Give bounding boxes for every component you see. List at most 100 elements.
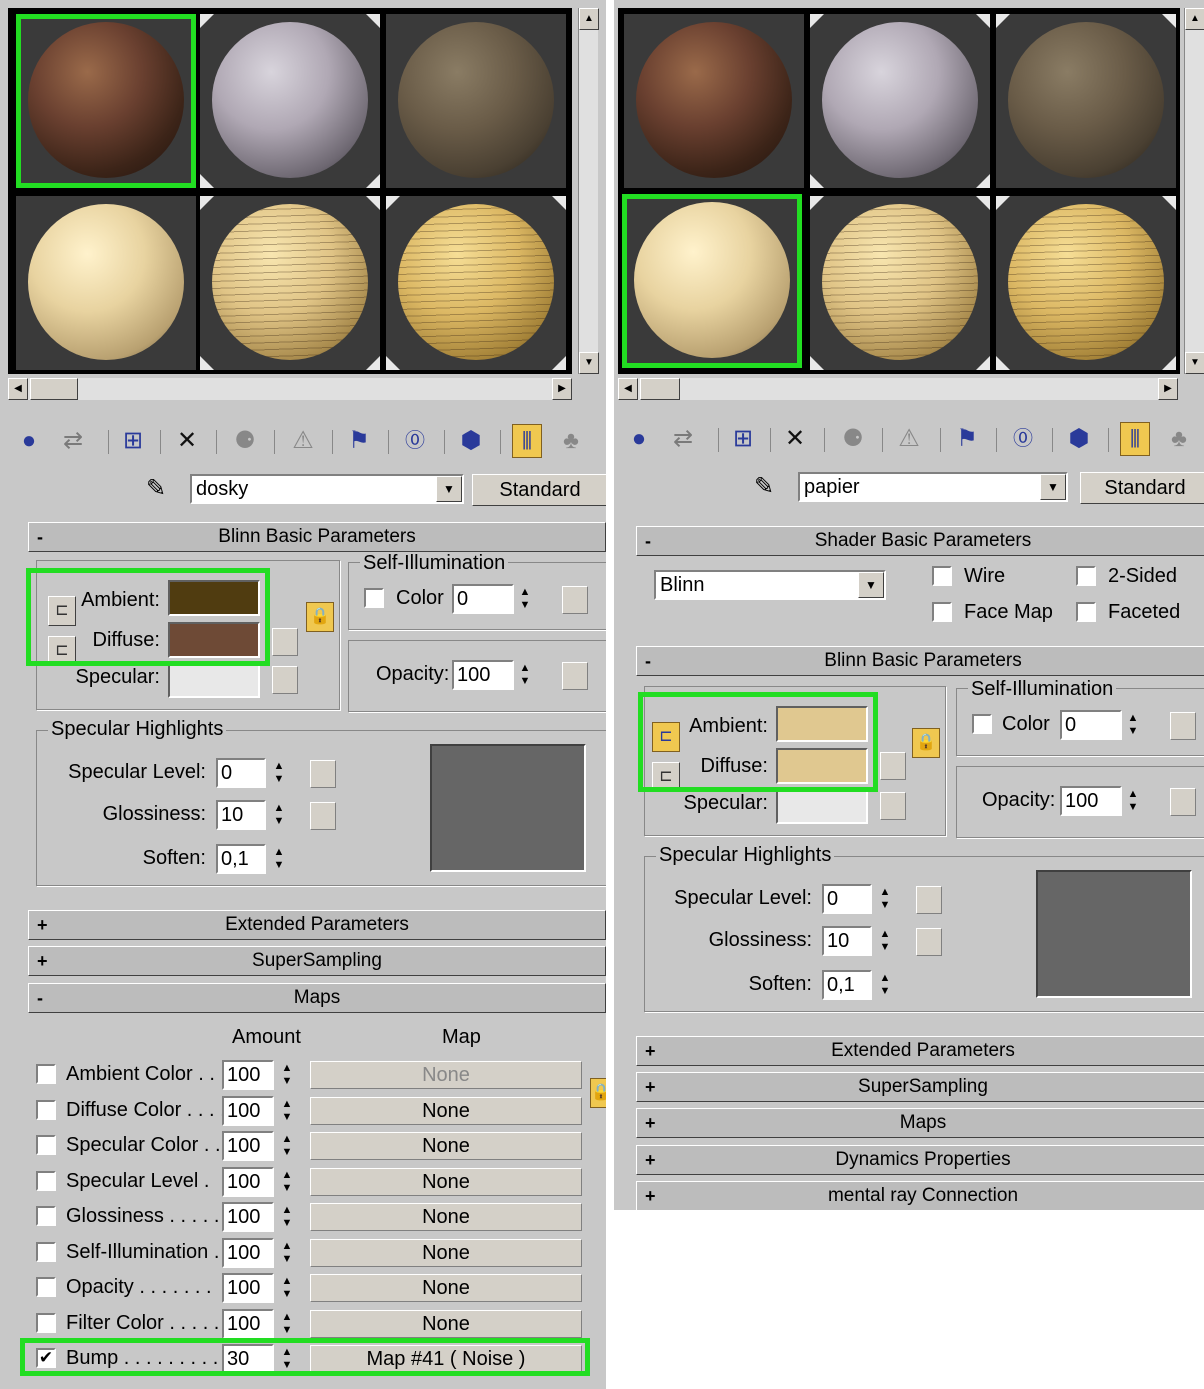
map-amount-input[interactable]: 100: [222, 1273, 274, 1303]
self-illum-color-input[interactable]: 0: [1060, 710, 1122, 740]
material-name-field[interactable]: dosky ▼: [190, 474, 464, 504]
map-amount-input[interactable]: 100: [222, 1096, 274, 1126]
spinner-icon[interactable]: ▲ ▼: [278, 1311, 296, 1341]
map-amount-input[interactable]: 100: [222, 1131, 274, 1161]
spinner-icon[interactable]: ▲ ▼: [516, 586, 534, 616]
rollup-mental-ray-connection[interactable]: + mental ray Connection: [636, 1181, 1204, 1210]
wire-checkbox[interactable]: [932, 566, 952, 586]
diffuse-map-slot[interactable]: [880, 752, 906, 780]
spinner-icon[interactable]: ▲ ▼: [516, 662, 534, 692]
sample-slot-6[interactable]: [386, 196, 566, 370]
map-enable-checkbox[interactable]: [36, 1206, 56, 1226]
specular-map-slot[interactable]: [272, 666, 298, 694]
scroll-left-icon[interactable]: ◀: [618, 378, 638, 400]
map-slot-button[interactable]: None: [310, 1239, 582, 1267]
specular-level-input[interactable]: 0: [822, 884, 872, 914]
map-amount-input[interactable]: 100: [222, 1060, 274, 1090]
opacity-map-slot[interactable]: [1170, 788, 1196, 816]
put-to-scene-icon[interactable]: ⇄: [668, 422, 698, 456]
map-slot-button[interactable]: None: [310, 1274, 582, 1302]
face-map-checkbox[interactable]: [932, 602, 952, 622]
pick-material-icon[interactable]: ✎: [754, 472, 774, 501]
opacity-input[interactable]: 100: [452, 660, 514, 690]
spinner-icon[interactable]: ▲ ▼: [278, 1133, 296, 1163]
map-enable-checkbox[interactable]: [36, 1135, 56, 1155]
make-unique-icon[interactable]: ⚠: [288, 424, 318, 458]
soften-input[interactable]: 0,1: [822, 970, 872, 1000]
scroll-up-icon[interactable]: ▲: [579, 8, 599, 30]
map-enable-checkbox[interactable]: [36, 1171, 56, 1191]
reset-icon[interactable]: ✕: [780, 422, 810, 456]
map-slot-button[interactable]: None: [310, 1061, 582, 1089]
scroll-right-icon[interactable]: ▶: [1158, 378, 1178, 400]
self-illum-color-checkbox[interactable]: [972, 714, 992, 734]
show-map-icon[interactable]: ⬢: [1064, 422, 1094, 456]
get-material-icon[interactable]: ●: [14, 424, 44, 458]
map-amount-input[interactable]: 100: [222, 1167, 274, 1197]
assign-material-icon[interactable]: ⊞: [728, 422, 758, 456]
specular-level-map-slot[interactable]: [310, 760, 336, 788]
spinner-icon[interactable]: ▲ ▼: [876, 928, 894, 958]
make-copy-icon[interactable]: ⚈: [838, 422, 868, 456]
reset-icon[interactable]: ✕: [172, 424, 202, 458]
specular-level-map-slot[interactable]: [916, 886, 942, 914]
soften-input[interactable]: 0,1: [216, 844, 266, 874]
spinner-icon[interactable]: ▲ ▼: [270, 760, 288, 790]
rollup-blinn-basic[interactable]: - Blinn Basic Parameters: [636, 646, 1204, 676]
spinner-icon[interactable]: ▲ ▼: [278, 1098, 296, 1128]
go-to-parent-icon[interactable]: ♣: [556, 424, 586, 458]
self-illum-color-input[interactable]: 0: [452, 584, 514, 614]
spinner-icon[interactable]: ▲ ▼: [876, 972, 894, 1002]
sample-slot-3[interactable]: [386, 14, 566, 188]
spinner-icon[interactable]: ▲ ▼: [270, 802, 288, 832]
spinner-icon[interactable]: ▲ ▼: [876, 886, 894, 916]
glossiness-map-slot[interactable]: [916, 928, 942, 956]
rollup-supersampling[interactable]: + SuperSampling: [28, 946, 606, 976]
scroll-left-icon[interactable]: ◀: [8, 378, 28, 400]
map-enable-checkbox[interactable]: [36, 1277, 56, 1297]
go-to-parent-icon[interactable]: ♣: [1164, 422, 1194, 456]
specular-level-input[interactable]: 0: [216, 758, 266, 788]
shader-type-dropdown[interactable]: Blinn ▼: [654, 570, 886, 600]
material-type-button[interactable]: Standard: [472, 474, 606, 506]
pick-material-icon[interactable]: ✎: [146, 474, 166, 503]
chevron-down-icon[interactable]: ▼: [858, 572, 884, 598]
map-enable-checkbox[interactable]: [36, 1242, 56, 1262]
sample-slot-2[interactable]: [810, 14, 990, 188]
rollup-extended-parameters[interactable]: + Extended Parameters: [28, 910, 606, 940]
rollup-supersampling[interactable]: + SuperSampling: [636, 1072, 1204, 1102]
spinner-icon[interactable]: ▲ ▼: [270, 846, 288, 876]
map-enable-checkbox[interactable]: [36, 1064, 56, 1084]
scroll-up-icon[interactable]: ▲: [1185, 8, 1204, 30]
spinner-icon[interactable]: ▲ ▼: [278, 1240, 296, 1270]
rollup-extended-parameters[interactable]: + Extended Parameters: [636, 1036, 1204, 1066]
material-id-icon[interactable]: ⓪: [400, 424, 430, 458]
show-end-result-icon[interactable]: ⫴: [1120, 422, 1150, 456]
glossiness-map-slot[interactable]: [310, 802, 336, 830]
self-illum-map-slot[interactable]: [562, 586, 588, 614]
map-slot-button[interactable]: None: [310, 1168, 582, 1196]
spinner-icon[interactable]: ▲ ▼: [278, 1204, 296, 1234]
map-enable-checkbox[interactable]: [36, 1100, 56, 1120]
get-material-icon[interactable]: ●: [624, 422, 654, 456]
sample-slot-5[interactable]: [810, 196, 990, 370]
opacity-input[interactable]: 100: [1060, 786, 1122, 816]
opacity-map-slot[interactable]: [562, 662, 588, 690]
spinner-icon[interactable]: ▲ ▼: [278, 1062, 296, 1092]
two-sided-checkbox[interactable]: [1076, 566, 1096, 586]
rollup-maps[interactable]: - Maps: [28, 983, 606, 1013]
specular-color-swatch[interactable]: [168, 662, 260, 698]
map-amount-input[interactable]: 100: [222, 1309, 274, 1339]
horizontal-scrollbar[interactable]: ◀ ▶: [618, 378, 1178, 400]
map-slot-button[interactable]: None: [310, 1097, 582, 1125]
chevron-down-icon[interactable]: ▼: [436, 476, 462, 502]
scroll-right-icon[interactable]: ▶: [552, 378, 572, 400]
chevron-down-icon[interactable]: ▼: [1040, 474, 1066, 500]
specular-map-slot[interactable]: [880, 792, 906, 820]
spinner-icon[interactable]: ▲ ▼: [278, 1169, 296, 1199]
map-enable-checkbox[interactable]: [36, 1313, 56, 1333]
rollup-shader-basic[interactable]: - Shader Basic Parameters: [636, 526, 1204, 556]
rollup-dynamics-properties[interactable]: + Dynamics Properties: [636, 1145, 1204, 1175]
map-amount-input[interactable]: 100: [222, 1202, 274, 1232]
glossiness-input[interactable]: 10: [822, 926, 872, 956]
